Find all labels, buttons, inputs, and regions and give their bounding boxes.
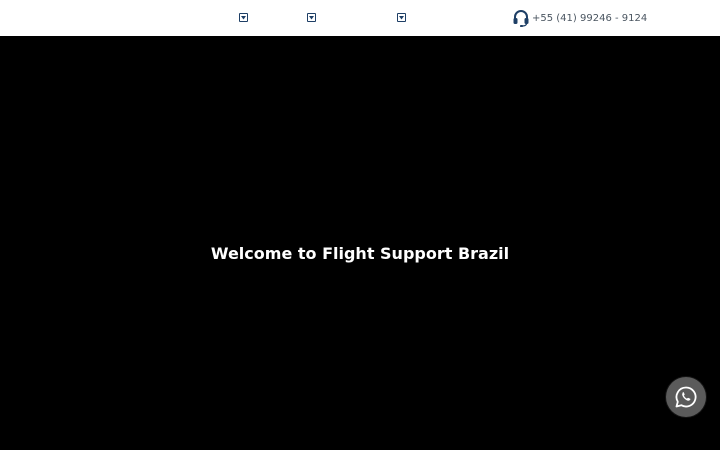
hero-section bbox=[0, 36, 720, 450]
top-navbar: +55 (41) 99246 - 9124 bbox=[0, 0, 720, 36]
dropdown-arrow-icon bbox=[309, 16, 314, 20]
page: +55 (41) 99246 - 9124 Welcome to Flight … bbox=[0, 0, 720, 450]
whatsapp-chat-button[interactable] bbox=[666, 377, 706, 417]
headset-icon bbox=[513, 10, 529, 27]
phone-number: +55 (41) 99246 - 9124 bbox=[532, 12, 648, 24]
nav-dropdown-toggle-3[interactable] bbox=[397, 13, 406, 22]
dropdown-arrow-icon bbox=[241, 16, 246, 20]
nav-dropdown-toggle-2[interactable] bbox=[307, 13, 316, 22]
nav-dropdown-toggle-1[interactable] bbox=[239, 13, 248, 22]
whatsapp-icon bbox=[675, 386, 697, 408]
phone-contact-link[interactable]: +55 (41) 99246 - 9124 bbox=[512, 9, 647, 27]
dropdown-arrow-icon bbox=[399, 16, 404, 20]
hero-title: Welcome to Flight Support Brazil bbox=[210, 244, 510, 263]
